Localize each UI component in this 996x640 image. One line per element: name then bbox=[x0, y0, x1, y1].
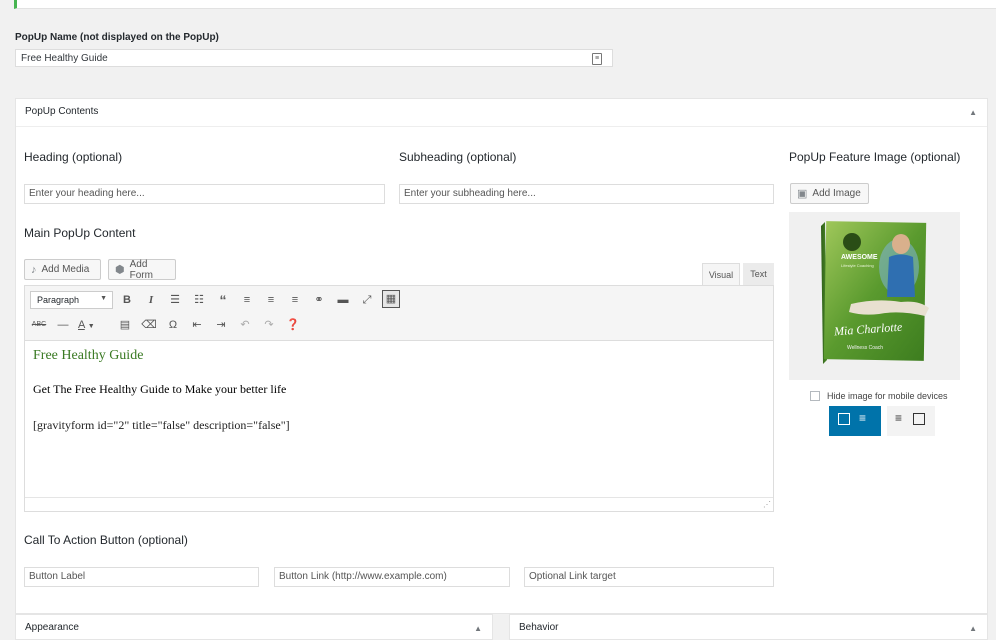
add-form-button[interactable]: ⬢ Add Form bbox=[108, 258, 176, 281]
book-cover-image bbox=[821, 221, 929, 364]
align-right-icon[interactable]: ≡ bbox=[286, 291, 304, 309]
tab-text[interactable]: Text bbox=[743, 263, 774, 285]
main-content-label: Main PopUp Content bbox=[24, 226, 136, 240]
text-color-icon[interactable]: A ▼ bbox=[78, 316, 106, 334]
form-icon: ⬢ bbox=[115, 264, 125, 276]
collapse-toggle-icon[interactable]: ▲ bbox=[474, 624, 482, 633]
blockquote-icon[interactable]: “ bbox=[214, 291, 232, 309]
feature-image-label: PopUp Feature Image (optional) bbox=[789, 150, 961, 164]
add-image-label: Add Image bbox=[812, 188, 861, 199]
heading-label: Heading (optional) bbox=[24, 150, 123, 164]
image-icon bbox=[838, 413, 850, 425]
add-form-label: Add Form bbox=[129, 258, 153, 281]
tab-visual[interactable]: Visual bbox=[702, 263, 740, 285]
link-icon[interactable]: ⚭ bbox=[310, 291, 328, 309]
image-icon bbox=[913, 413, 925, 425]
special-character-icon[interactable]: Ω bbox=[164, 316, 182, 334]
add-image-button[interactable]: ▣ Add Image bbox=[790, 183, 869, 204]
bullet-list-icon[interactable]: ☰ bbox=[166, 291, 184, 309]
align-left-icon[interactable]: ≡ bbox=[238, 291, 256, 309]
book-brand: AWESOME bbox=[841, 254, 878, 261]
format-select[interactable]: Paragraph ▼ bbox=[30, 291, 113, 309]
subheading-input[interactable]: Enter your subheading here... bbox=[399, 184, 774, 204]
read-more-icon[interactable]: ▬ bbox=[334, 291, 352, 309]
heading-input[interactable]: Enter your heading here... bbox=[24, 184, 385, 204]
behavior-title: Behavior bbox=[519, 622, 559, 633]
image-left-align-button[interactable]: ≡ bbox=[829, 406, 881, 436]
fullscreen-icon[interactable]: ⤢ bbox=[358, 291, 376, 309]
popup-name-value: Free Healthy Guide bbox=[21, 53, 108, 64]
field-menu-icon[interactable]: ≡ bbox=[592, 53, 602, 65]
appearance-panel: Appearance ▲ bbox=[15, 614, 493, 640]
align-center-icon[interactable]: ≡ bbox=[262, 291, 280, 309]
appearance-title: Appearance bbox=[25, 622, 79, 633]
hide-mobile-label: Hide image for mobile devices bbox=[827, 391, 948, 401]
book-role: Wellness Coach bbox=[847, 345, 884, 351]
behavior-panel: Behavior ▲ bbox=[509, 614, 988, 640]
toolbar-toggle-icon[interactable]: ▦ bbox=[382, 290, 400, 308]
content-editor[interactable]: Free Healthy Guide Get The Free Healthy … bbox=[24, 341, 774, 512]
strikethrough-icon[interactable]: ABC bbox=[30, 316, 48, 334]
top-section-edge bbox=[14, 0, 996, 9]
image-icon: ▣ bbox=[797, 188, 808, 200]
chevron-down-icon: ▼ bbox=[100, 295, 107, 302]
add-media-label: Add Media bbox=[41, 264, 90, 275]
popup-name-input[interactable]: Free Healthy Guide ≡ bbox=[15, 49, 613, 67]
paste-text-icon[interactable]: ▤ bbox=[116, 316, 134, 334]
clear-formatting-icon[interactable]: ⌫ bbox=[140, 316, 158, 334]
feature-image-preview[interactable]: AWESOME Lifestyle Coaching Mia Charlotte… bbox=[789, 212, 960, 380]
resize-handle-icon[interactable]: ⋰ bbox=[763, 500, 771, 509]
popup-name-label: PopUp Name (not displayed on the PopUp) bbox=[15, 32, 219, 43]
redo-icon[interactable]: ↷ bbox=[260, 316, 278, 334]
link-target-input[interactable]: Optional Link target bbox=[524, 567, 774, 587]
panel-title: PopUp Contents bbox=[25, 106, 99, 117]
editor-status-bar bbox=[25, 497, 773, 498]
media-icon: ♪ bbox=[31, 263, 37, 276]
button-label-input[interactable]: Button Label bbox=[24, 567, 259, 587]
indent-icon[interactable]: ⇥ bbox=[212, 316, 230, 334]
image-right-align-button[interactable]: ≡ bbox=[887, 406, 935, 436]
button-link-input[interactable]: Button Link (http://www.example.com) bbox=[274, 567, 510, 587]
align-left-icon: ≡ bbox=[895, 411, 903, 425]
horizontal-line-icon[interactable]: — bbox=[54, 316, 72, 334]
content-shortcode: [gravityform id="2" title="false" descri… bbox=[33, 418, 290, 432]
content-heading: Free Healthy Guide bbox=[33, 348, 144, 363]
cta-label: Call To Action Button (optional) bbox=[24, 533, 188, 547]
italic-icon[interactable]: I bbox=[142, 291, 160, 309]
numbered-list-icon[interactable]: ☷ bbox=[190, 291, 208, 309]
content-line: Get The Free Healthy Guide to Make your … bbox=[33, 382, 287, 396]
collapse-toggle-icon[interactable]: ▲ bbox=[969, 108, 977, 117]
subheading-label: Subheading (optional) bbox=[399, 150, 517, 164]
bold-icon[interactable]: B bbox=[118, 291, 136, 309]
outdent-icon[interactable]: ⇤ bbox=[188, 316, 206, 334]
format-select-value: Paragraph bbox=[37, 295, 80, 305]
book-brand-sub: Lifestyle Coaching bbox=[841, 263, 874, 268]
help-icon[interactable]: ❓ bbox=[284, 316, 302, 334]
undo-icon[interactable]: ↶ bbox=[236, 316, 254, 334]
hide-mobile-checkbox[interactable] bbox=[810, 391, 820, 401]
add-media-button[interactable]: ♪ Add Media bbox=[24, 259, 101, 280]
collapse-toggle-icon[interactable]: ▲ bbox=[969, 624, 977, 633]
align-left-icon: ≡ bbox=[859, 411, 867, 425]
panel-divider bbox=[16, 126, 987, 127]
